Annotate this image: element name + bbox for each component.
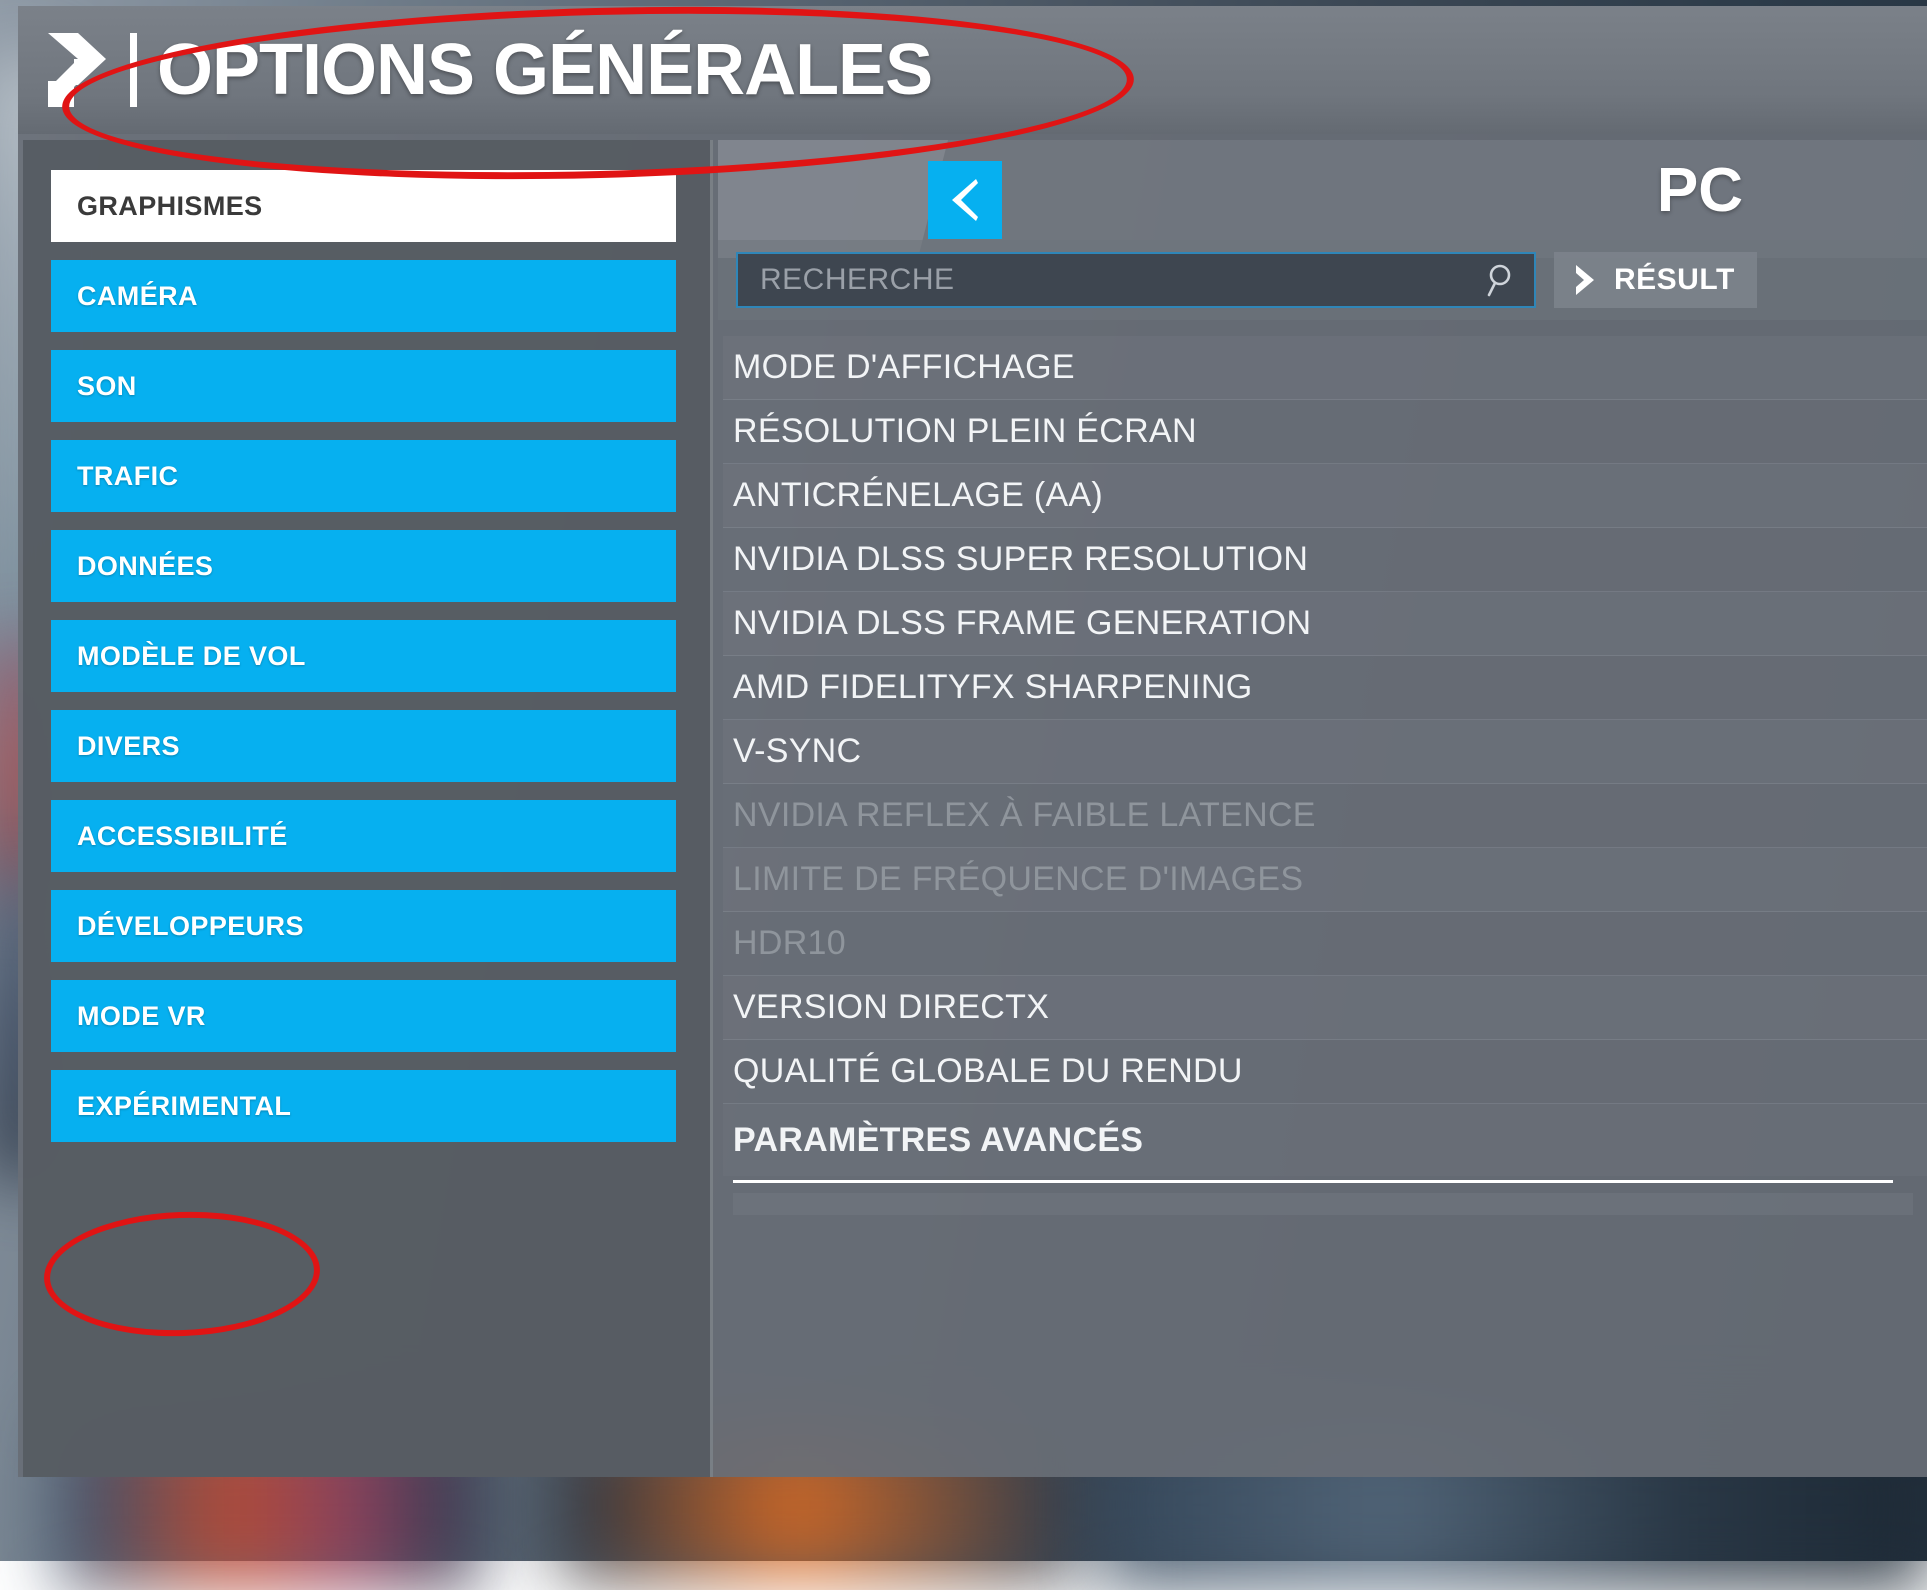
section-label: PARAMÈTRES AVANCÉS [733, 1121, 1143, 1160]
sidebar-item-label: MODE VR [77, 1001, 206, 1032]
setting-row[interactable]: QUALITÉ GLOBALE DU RENDU [723, 1040, 1927, 1104]
sidebar-item-mode-vr[interactable]: MODE VR [51, 980, 676, 1052]
sidebar-item-label: EXPÉRIMENTAL [77, 1091, 291, 1122]
setting-row[interactable]: AMD FIDELITYFX SHARPENING [723, 656, 1927, 720]
setting-label: RÉSOLUTION PLEIN ÉCRAN [733, 412, 1197, 451]
title-divider [130, 33, 137, 107]
setting-label: ANTICRÉNELAGE (AA) [733, 476, 1103, 515]
sidebar-item-label: DIVERS [77, 731, 180, 762]
sidebar-item-label: ACCESSIBILITÉ [77, 821, 288, 852]
setting-label: VERSION DIRECTX [733, 988, 1049, 1027]
sidebar-item-donnees[interactable]: DONNÉES [51, 530, 676, 602]
setting-row[interactable]: RÉSOLUTION PLEIN ÉCRAN [723, 400, 1927, 464]
sidebar-item-experimental[interactable]: EXPÉRIMENTAL [51, 1070, 676, 1142]
content-area: PC RÉSULT MODE D'AFFICHAGE [718, 140, 1927, 1477]
section-divider [733, 1180, 1893, 1183]
back-button[interactable] [928, 161, 1002, 239]
results-button-label: RÉSULT [1614, 263, 1735, 297]
setting-label: LIMITE DE FRÉQUENCE D'IMAGES [733, 860, 1303, 899]
settings-section-header: PARAMÈTRES AVANCÉS [723, 1104, 1927, 1176]
sidebar-item-modele-de-vol[interactable]: MODÈLE DE VOL [51, 620, 676, 692]
setting-row-disabled: LIMITE DE FRÉQUENCE D'IMAGES [723, 848, 1927, 912]
chevron-right-icon [1572, 264, 1598, 296]
setting-label: QUALITÉ GLOBALE DU RENDU [733, 1052, 1243, 1091]
sidebar-item-son[interactable]: SON [51, 350, 676, 422]
title-bar: OPTIONS GÉNÉRALES [18, 6, 1927, 134]
list-tail-strip [733, 1193, 1913, 1215]
sidebar-item-accessibilite[interactable]: ACCESSIBILITÉ [51, 800, 676, 872]
results-button[interactable]: RÉSULT [1554, 252, 1757, 308]
setting-row-disabled: HDR10 [723, 912, 1927, 976]
chevron-left-icon [948, 177, 982, 223]
search-row: RÉSULT [718, 240, 1927, 320]
setting-row-disabled: NVIDIA REFLEX À FAIBLE LATENCE [723, 784, 1927, 848]
setting-row[interactable]: V-SYNC [723, 720, 1927, 784]
sidebar-item-trafic[interactable]: TRAFIC [51, 440, 676, 512]
sidebar-item-label: MODÈLE DE VOL [77, 641, 306, 672]
setting-label: NVIDIA DLSS FRAME GENERATION [733, 604, 1311, 643]
setting-label: V-SYNC [733, 732, 861, 771]
setting-label: NVIDIA DLSS SUPER RESOLUTION [733, 540, 1308, 579]
sidebar-item-divers[interactable]: DIVERS [51, 710, 676, 782]
sidebar-item-label: TRAFIC [77, 461, 178, 492]
setting-label: NVIDIA REFLEX À FAIBLE LATENCE [733, 796, 1316, 835]
sidebar-item-graphismes[interactable]: GRAPHISMES [51, 170, 676, 242]
platform-label: PC [1657, 160, 1743, 222]
setting-row[interactable]: NVIDIA DLSS FRAME GENERATION [723, 592, 1927, 656]
page-title: OPTIONS GÉNÉRALES [157, 34, 932, 106]
search-box[interactable] [736, 252, 1536, 308]
sidebar-item-label: GRAPHISMES [77, 191, 263, 222]
sidebar-item-label: SON [77, 371, 137, 402]
settings-list: MODE D'AFFICHAGE RÉSOLUTION PLEIN ÉCRAN … [718, 336, 1927, 1215]
setting-label: MODE D'AFFICHAGE [733, 348, 1075, 387]
setting-label: AMD FIDELITYFX SHARPENING [733, 668, 1252, 707]
setting-row[interactable]: MODE D'AFFICHAGE [723, 336, 1927, 400]
flight-sim-chevron-logo-icon [44, 29, 114, 111]
search-icon[interactable] [1484, 262, 1518, 298]
setting-row[interactable]: NVIDIA DLSS SUPER RESOLUTION [723, 528, 1927, 592]
sidebar-item-label: DÉVELOPPEURS [77, 911, 304, 942]
sidebar-item-label: DONNÉES [77, 551, 213, 582]
sidebar-item-camera[interactable]: CAMÉRA [51, 260, 676, 332]
setting-label: HDR10 [733, 924, 846, 963]
setting-row[interactable]: ANTICRÉNELAGE (AA) [723, 464, 1927, 528]
sidebar-item-developpeurs[interactable]: DÉVELOPPEURS [51, 890, 676, 962]
sidebar: GRAPHISMES CAMÉRA SON TRAFIC DONNÉES MOD… [23, 140, 713, 1477]
setting-row[interactable]: VERSION DIRECTX [723, 976, 1927, 1040]
sidebar-item-label: CAMÉRA [77, 281, 198, 312]
search-input[interactable] [738, 263, 1484, 297]
body-region: GRAPHISMES CAMÉRA SON TRAFIC DONNÉES MOD… [18, 140, 1927, 1477]
